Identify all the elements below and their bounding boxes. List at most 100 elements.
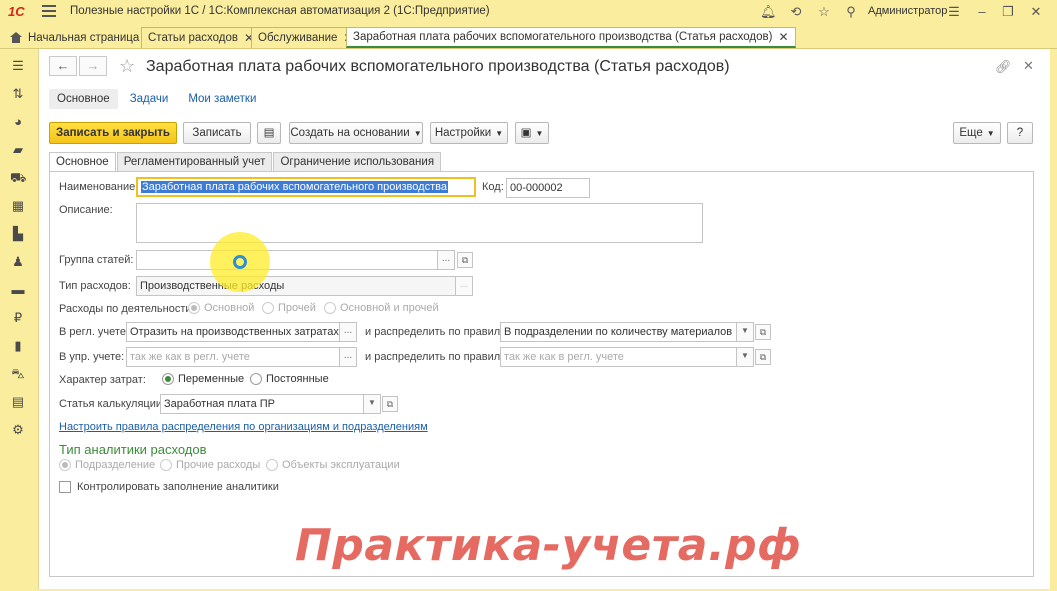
save-button[interactable]: Записать [183,122,251,144]
radio-label: Прочей [278,302,316,314]
favorite-star-icon[interactable]: ☆ [119,56,135,77]
expense-type-field[interactable]: Производственные расходы [136,276,456,296]
create-based-on-button[interactable]: Создать на основании ▼ [289,122,423,144]
cost-variable-radio[interactable]: Переменные [162,373,244,385]
tab-basic[interactable]: Основное [49,152,116,172]
button-label: Еще [959,127,983,139]
truck-icon[interactable]: ⛍ [10,366,26,382]
pie-chart-icon[interactable]: ◕ [10,114,26,130]
bag-icon[interactable]: ▰ [10,142,26,158]
reg-accounting-label: В регл. учете: [59,326,130,338]
watermark: Практика-учета.рф [295,520,802,571]
ruble-icon[interactable]: ₽ [10,310,26,326]
link-icon[interactable]: 🔗︎ [995,59,1012,75]
more-button[interactable]: Еще ▼ [953,122,1001,144]
help-button[interactable]: ? [1007,122,1033,144]
radio-label: Прочие расходы [176,459,261,471]
open-icon[interactable]: ⧉ [457,252,473,268]
restore-icon[interactable]: ❐ [1000,4,1016,20]
cart-icon[interactable]: ⛟ [10,170,26,186]
book-icon[interactable]: ▤ [10,394,26,410]
cost-nature-label: Характер затрат: [59,374,146,386]
code-field[interactable]: 00-000002 [506,178,590,198]
analytics-other-radio[interactable]: Прочие расходы [160,459,260,471]
tab-regulated-accounting[interactable]: Регламентированный учет [116,152,273,172]
settings-menu-icon[interactable]: ☰ [946,4,962,20]
open-icon[interactable]: ⧉ [755,324,771,340]
name-value: Заработная плата рабочих вспомогательног… [141,181,448,193]
analytics-department-radio[interactable]: Подразделение [59,459,155,471]
name-field[interactable]: Заработная плата рабочих вспомогательног… [136,177,476,197]
radio-circle [250,373,262,385]
forward-button[interactable]: → [79,56,107,76]
sales-funnel-icon[interactable]: ⇅ [10,86,26,102]
expense-type-select-button[interactable]: ... [456,276,473,296]
attachments-icon[interactable]: ▣ ▼ [515,122,549,144]
person-icon[interactable]: ♟ [10,254,26,270]
warehouse-icon[interactable]: ▦ [10,198,26,214]
close-form-icon[interactable]: ✕ [1023,58,1034,74]
reg-rule-dropdown[interactable]: ▼ [737,322,754,342]
back-button[interactable]: ← [49,56,77,76]
gear-icon[interactable]: ⚙ [10,422,26,438]
reg-rule-field[interactable]: В подразделении по количеству материалов [500,322,737,342]
close-icon[interactable]: ✕ [1028,4,1044,20]
mgmt-accounting-field[interactable]: так же как в регл. учете [126,347,340,367]
calc-article-dropdown[interactable]: ▼ [364,394,381,414]
subnav-tasks[interactable]: Задачи [122,89,177,109]
group-select-button[interactable]: ... [438,250,455,270]
activity-main-radio[interactable]: Основной [188,302,254,314]
open-icon[interactable]: ⧉ [382,396,398,412]
control-analytics-checkbox[interactable] [59,481,71,493]
bell-icon[interactable]: 🔔︎ [760,4,777,20]
app-title: Полезные настройки 1С / 1С:Комплексная а… [70,5,490,17]
favorites-star-icon[interactable]: ☆ [816,4,832,20]
user-name[interactable]: Администратор [868,5,947,17]
menu-icon[interactable]: ☰ [10,58,26,74]
history-icon[interactable]: ⟲ [788,4,804,20]
tab-label: Обслуживание [258,32,338,44]
tab-usage-restriction[interactable]: Ограничение использования [273,152,442,172]
tab-expense-item-form[interactable]: Заработная плата рабочих вспомогательног… [346,27,796,48]
card-icon[interactable]: ▬ [10,282,26,298]
save-and-close-button[interactable]: Записать и закрыть [49,122,177,144]
group-field[interactable] [136,250,438,270]
bar-chart-icon[interactable]: ▮ [10,338,26,354]
tab-home[interactable]: Начальная страница [4,27,145,48]
activity-other-radio[interactable]: Прочей [262,302,316,314]
subnav-main[interactable]: Основное [49,89,118,109]
distribute-label: и распределить по правилу: [365,326,509,338]
distribution-rules-link[interactable]: Настроить правила распределения по орган… [59,421,428,433]
tab-expense-items[interactable]: Статьи расходов ✕ [141,27,262,48]
mgmt-rule-dropdown[interactable]: ▼ [737,347,754,367]
radio-label: Переменные [178,373,245,385]
main-menu-icon[interactable] [42,5,56,19]
search-icon[interactable]: ⚲ [843,4,859,20]
calc-article-field[interactable]: Заработная плата ПР [160,394,364,414]
document-list-icon[interactable]: ▤ [257,122,281,144]
tab-maintenance[interactable]: Обслуживание ✕ [251,27,361,48]
settings-button[interactable]: Настройки ▼ [430,122,508,144]
minimize-icon[interactable]: – [974,4,990,20]
reg-accounting-field[interactable]: Отразить на производственных затратах [126,322,340,342]
reg-accounting-select-button[interactable]: ... [340,322,357,342]
subnav-notes[interactable]: Мои заметки [180,89,264,109]
activity-both-radio[interactable]: Основной и прочей [324,302,439,314]
radio-label: Основной и прочей [340,302,439,314]
radio-label: Основной [204,302,255,314]
factory-icon[interactable]: ▙ [10,226,26,242]
radio-circle [162,373,174,385]
radio-label: Объекты эксплуатации [282,459,400,471]
title-bar: 1С Полезные настройки 1С / 1С:Комплексна… [0,0,1057,24]
open-icon[interactable]: ⧉ [755,349,771,365]
control-analytics-label: Контролировать заполнение аналитики [77,481,279,493]
description-label: Описание: [59,204,113,216]
close-icon[interactable]: ✕ [778,30,788,44]
button-label: Создать на основании [290,127,410,139]
radio-circle [160,459,172,471]
open-windows-bar: Начальная страница Статьи расходов ✕ Обс… [0,24,1057,49]
analytics-objects-radio[interactable]: Объекты эксплуатации [266,459,400,471]
mgmt-rule-field[interactable]: так же как в регл. учете [500,347,737,367]
cost-fixed-radio[interactable]: Постоянные [250,373,329,385]
mgmt-accounting-select-button[interactable]: ... [340,347,357,367]
